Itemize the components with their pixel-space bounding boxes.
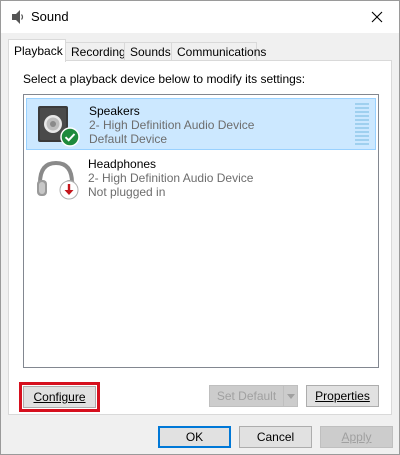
device-item-headphones[interactable]: Headphones 2- High Definition Audio Devi… (26, 152, 376, 204)
set-default-button: Set Default (209, 385, 284, 407)
tab-playback[interactable]: Playback (8, 39, 66, 62)
set-default-dropdown (283, 385, 298, 407)
device-item-speakers[interactable]: Speakers 2- High Definition Audio Device… (26, 98, 376, 150)
apply-label: Apply (341, 430, 372, 444)
playback-panel: Select a playback device below to modify… (8, 60, 392, 415)
tab-recording[interactable]: Recording (65, 42, 126, 61)
window-title: Sound (31, 9, 69, 24)
device-name: Headphones (88, 157, 157, 171)
tab-communications[interactable]: Communications (171, 42, 266, 61)
device-status: Default Device (89, 132, 168, 146)
tab-sounds[interactable]: Sounds (124, 42, 172, 61)
configure-button[interactable]: Configure (23, 386, 96, 408)
speaker-app-icon (12, 10, 24, 24)
close-button[interactable] (355, 1, 399, 33)
cancel-button[interactable]: Cancel (239, 426, 312, 448)
properties-button[interactable]: Properties (306, 385, 379, 407)
chevron-down-icon (286, 393, 295, 399)
device-description: 2- High Definition Audio Device (88, 171, 254, 185)
instruction-text: Select a playback device below to modify… (23, 72, 306, 86)
device-status: Not plugged in (88, 185, 166, 199)
properties-label: Properties (315, 389, 370, 403)
close-icon (371, 11, 383, 23)
volume-level-meter (355, 103, 369, 145)
device-list[interactable]: Speakers 2- High Definition Audio Device… (23, 94, 379, 368)
apply-button: Apply (320, 426, 393, 448)
tab-strip: Playback Recording Sounds Communications (8, 39, 398, 62)
unplugged-badge-icon (59, 180, 79, 200)
ok-button[interactable]: OK (158, 426, 231, 448)
configure-label: Configure (33, 390, 86, 404)
check-badge-icon (60, 127, 80, 147)
title-bar: Sound (1, 1, 399, 33)
set-default-label: Set Default (216, 389, 277, 403)
device-name: Speakers (89, 104, 140, 118)
sound-dialog: Sound Playback Recording Sounds Communic… (0, 0, 400, 455)
device-description: 2- High Definition Audio Device (89, 118, 255, 132)
